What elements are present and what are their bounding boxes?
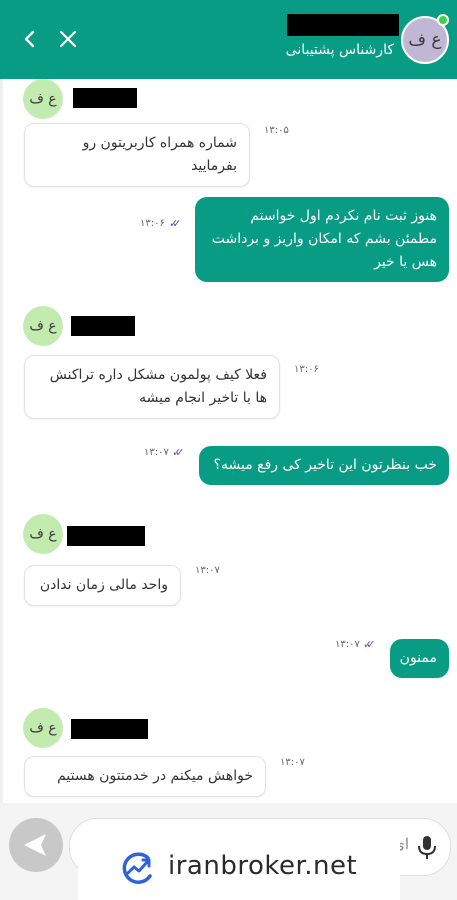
message-time: ۱۳:۰۷: [144, 447, 169, 458]
message-bubble-outgoing: خب بنظرتون این تاخیر کی رفع میشه؟: [199, 446, 449, 485]
message-bubble-incoming: خواهش میکنم در خدمتتون هستیم: [24, 756, 266, 797]
agent-avatar-small: ع ف: [23, 79, 63, 119]
iranbroker-logo-icon: [118, 848, 158, 888]
watermark-text: iranbroker.net: [168, 851, 358, 881]
redacted-name: [71, 316, 135, 336]
redacted-name: [67, 526, 145, 546]
microphone-icon[interactable]: [414, 833, 440, 861]
send-icon: [24, 834, 46, 856]
back-icon[interactable]: [16, 24, 44, 54]
message-list[interactable]: ع ف شماره همراه کاربریتون رو بفرمایید ۱۳…: [0, 79, 457, 803]
send-button[interactable]: [9, 818, 63, 872]
read-tick-icon: ✓✓: [172, 446, 185, 459]
message-time: ۱۳:۰۵: [264, 125, 289, 136]
online-status-icon: [437, 14, 449, 26]
message-bubble-outgoing: ممنون: [390, 639, 449, 678]
agent-avatar-small: ع ف: [23, 708, 63, 748]
message-time: ۱۳:۰۷: [195, 565, 220, 576]
message-time: ۱۳:۰۶: [140, 218, 165, 229]
agent-avatar-small: ع ف: [23, 514, 63, 554]
agent-role-title: کارشناس پشتیبانی: [285, 42, 394, 58]
message-bubble-outgoing: هنوز ثبت نام نکردم اول خواستم مطمئن بشم …: [195, 197, 449, 282]
message-time: ۱۳:۰۷: [335, 639, 360, 650]
message-bubble-incoming: واحد مالی زمان ندادن: [24, 565, 181, 606]
message-time: ۱۳:۰۷: [280, 757, 305, 768]
redacted-agent-name: [287, 14, 399, 36]
redacted-name: [71, 719, 148, 739]
read-tick-icon: ✓✓: [363, 638, 376, 651]
read-tick-icon: ✓✓: [169, 217, 182, 230]
close-icon[interactable]: [54, 24, 82, 54]
redacted-name: [73, 88, 137, 108]
message-time: ۱۳:۰۶: [294, 364, 319, 375]
agent-avatar-small: ع ف: [23, 306, 63, 346]
message-bubble-incoming: شماره همراه کاربریتون رو بفرمایید: [24, 123, 250, 187]
message-bubble-incoming: فعلا کیف پولمون مشکل داره تراکنش ها با ت…: [24, 355, 280, 419]
